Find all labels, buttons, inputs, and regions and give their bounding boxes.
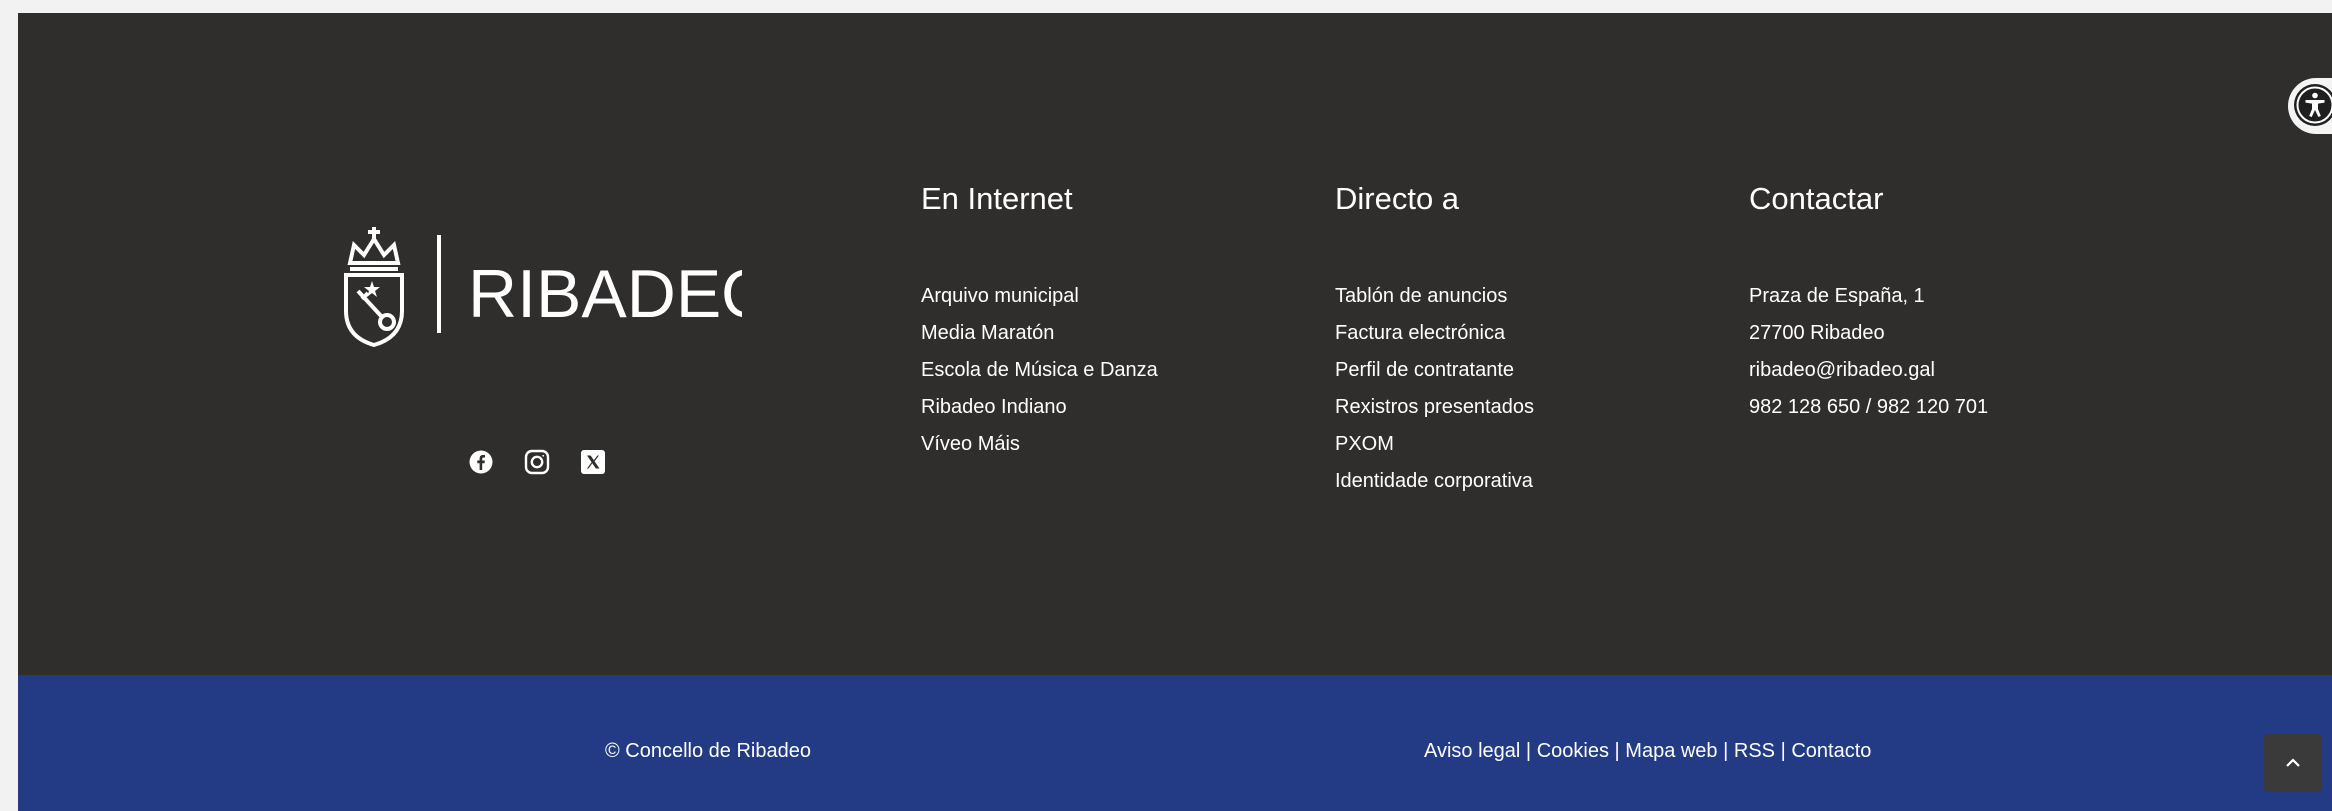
separator: |	[1723, 740, 1729, 762]
column-title: Contactar	[1749, 181, 1884, 216]
footer-link-ribadeo-indiano[interactable]: Ribadeo Indiano	[921, 396, 1067, 418]
separator: |	[1614, 740, 1620, 762]
footer-link-identidade-corporativa[interactable]: Identidade corporativa	[1335, 470, 1533, 492]
separator: |	[1525, 740, 1532, 762]
list-item[interactable]: Víveo Máis	[921, 426, 1158, 463]
ribadeo-logo[interactable]: RIBADEO	[342, 219, 742, 349]
footer-link-viveo-mais[interactable]: Víveo Máis	[921, 433, 1020, 455]
legal-link-cookies[interactable]: Cookies	[1537, 740, 1609, 762]
footer-link-media-maraton[interactable]: Media Maratón	[921, 322, 1054, 344]
column-title: En Internet	[921, 181, 1073, 216]
back-to-top-button[interactable]	[2264, 734, 2322, 792]
list-item[interactable]: Ribadeo Indiano	[921, 389, 1158, 426]
column-title: Directo a	[1335, 181, 1460, 216]
separator: |	[1780, 740, 1786, 762]
contact-postal-code: 27700 Ribadeo	[1749, 322, 1885, 344]
accessibility-icon	[2294, 84, 2332, 126]
list-item[interactable]: Arquivo municipal	[921, 278, 1158, 315]
footer-bottom-bar	[18, 675, 2332, 811]
footer-link-factura-electronica[interactable]: Factura electrónica	[1335, 322, 1505, 344]
list-item[interactable]: Identidade corporativa	[1335, 463, 1534, 500]
accessibility-button[interactable]	[2288, 78, 2332, 134]
link-list: Arquivo municipal Media Maratón Escola d…	[921, 278, 1158, 463]
contact-email[interactable]: ribadeo@ribadeo.gal	[1749, 352, 1988, 389]
list-item[interactable]: Factura electrónica	[1335, 315, 1534, 352]
coat-of-arms-icon: RIBADEO	[344, 227, 742, 348]
legal-links: Aviso legal | Cookies | Mapa web | RSS |…	[1424, 738, 1871, 764]
x-twitter-icon[interactable]	[580, 449, 606, 475]
chevron-up-icon	[2286, 758, 2300, 767]
column-contactar: Contactar Praza de España, 1 27700 Ribad…	[1749, 178, 1988, 426]
footer-link-pxom[interactable]: PXOM	[1335, 433, 1394, 455]
footer-link-perfil-contratante[interactable]: Perfil de contratante	[1335, 359, 1514, 381]
social-links	[468, 449, 606, 475]
list-item[interactable]: PXOM	[1335, 426, 1534, 463]
copyright-text: © Concello de Ribadeo	[605, 740, 811, 762]
legal-link-rss[interactable]: RSS	[1734, 740, 1775, 762]
footer-link-tablon-anuncios[interactable]: Tablón de anuncios	[1335, 285, 1507, 307]
email-link[interactable]: ribadeo@ribadeo.gal	[1749, 359, 1935, 381]
list-item[interactable]: Media Maratón	[921, 315, 1158, 352]
link-list: Tablón de anuncios Factura electrónica P…	[1335, 278, 1534, 500]
footer-link-arquivo-municipal[interactable]: Arquivo municipal	[921, 285, 1079, 307]
brand-wordmark: RIBADEO	[468, 256, 742, 332]
contact-address: Praza de España, 1	[1749, 285, 1925, 307]
list-item[interactable]: Escola de Música e Danza	[921, 352, 1158, 389]
footer-link-escola-musica[interactable]: Escola de Música e Danza	[921, 359, 1158, 381]
facebook-icon[interactable]	[468, 449, 494, 475]
legal-link-aviso-legal[interactable]: Aviso legal	[1424, 740, 1520, 762]
column-directo-a: Directo a Tablón de anuncios Factura ele…	[1335, 178, 1534, 500]
column-en-internet: En Internet Arquivo municipal Media Mara…	[921, 178, 1158, 463]
footer-link-rexistros-presentados[interactable]: Rexistros presentados	[1335, 396, 1534, 418]
legal-link-contacto[interactable]: Contacto	[1791, 740, 1871, 762]
list-item[interactable]: Perfil de contratante	[1335, 352, 1534, 389]
list-item[interactable]: Tablón de anuncios	[1335, 278, 1534, 315]
contact-phone: 982 128 650 / 982 120 701	[1749, 396, 1989, 418]
list-item[interactable]: Rexistros presentados	[1335, 389, 1534, 426]
instagram-icon[interactable]	[524, 449, 550, 475]
legal-link-mapa-web[interactable]: Mapa web	[1625, 740, 1717, 762]
contact-list: Praza de España, 1 27700 Ribadeo ribadeo…	[1749, 278, 1988, 426]
